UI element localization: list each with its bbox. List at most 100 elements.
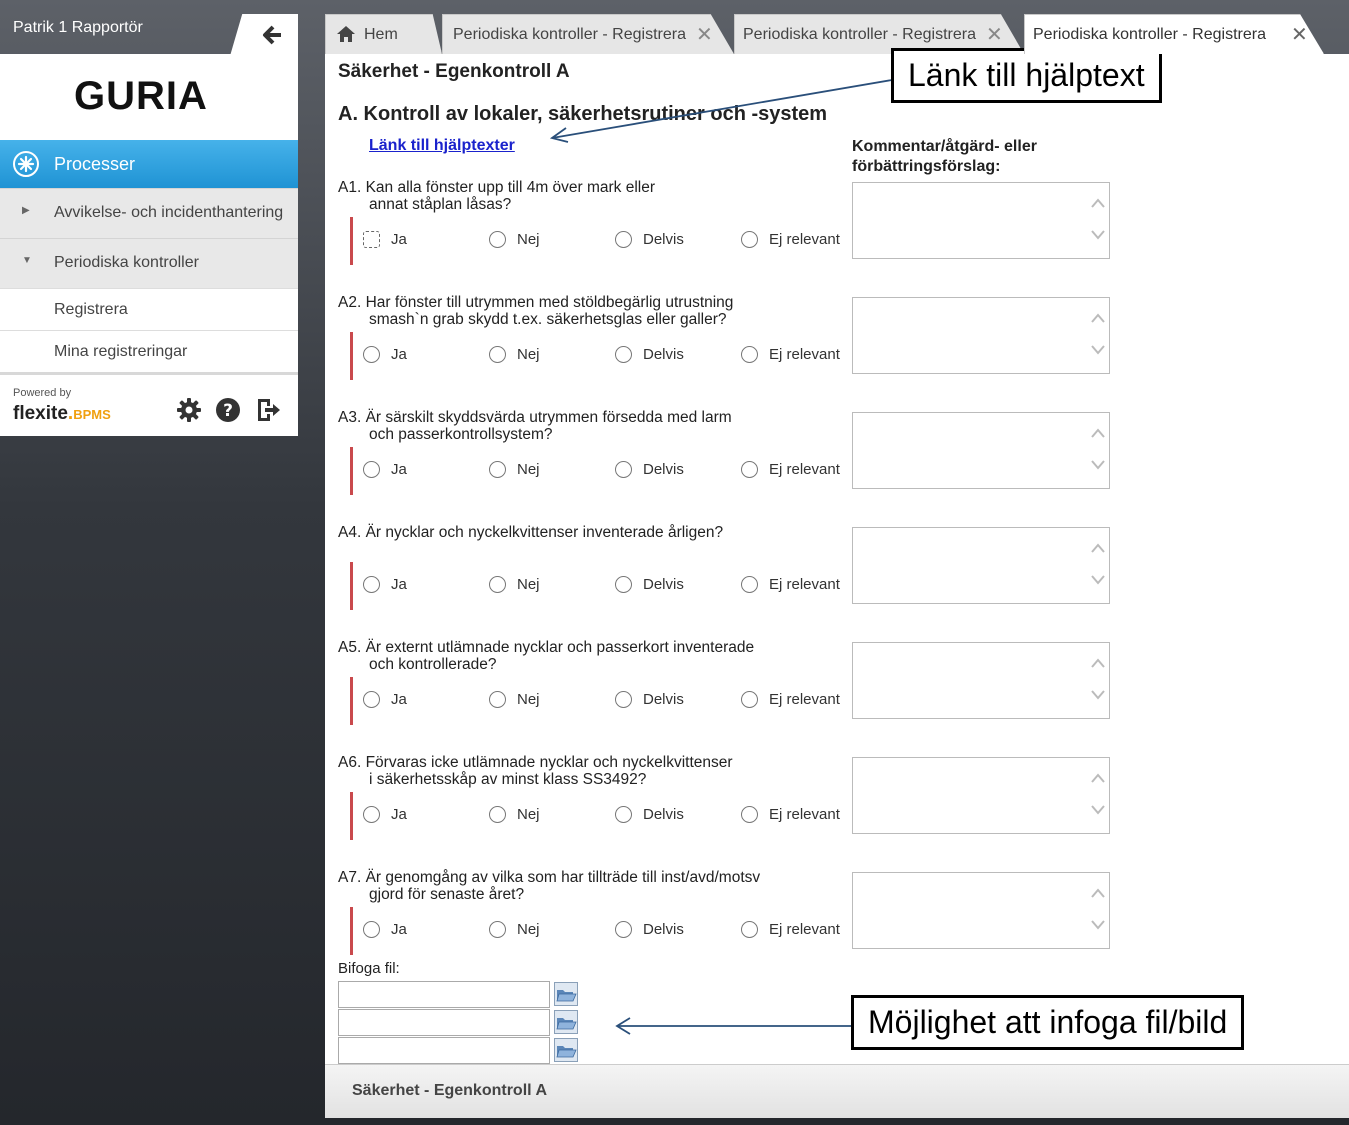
close-icon[interactable]: ✕: [696, 22, 713, 47]
nav-processer[interactable]: Processer: [0, 140, 298, 188]
comment-textarea[interactable]: [852, 182, 1110, 259]
radio-nej[interactable]: [489, 231, 506, 248]
flexite-logo-text: flexite: [13, 403, 68, 424]
scroll-up-icon[interactable]: [1091, 887, 1105, 899]
radio-label: Delvis: [643, 576, 684, 593]
folder-open-icon[interactable]: [554, 1010, 578, 1034]
close-icon[interactable]: ✕: [1291, 22, 1308, 47]
close-icon[interactable]: ✕: [986, 22, 1003, 47]
form-title: Säkerhet - Egenkontroll A: [338, 61, 570, 82]
comment-header-line1: Kommentar/åtgärd- eller: [852, 138, 1037, 155]
radio-ej-relevant[interactable]: [741, 691, 758, 708]
radio-ja[interactable]: [363, 691, 380, 708]
folder-open-icon[interactable]: [554, 1038, 578, 1062]
callout-help-text: Länk till hjälptext: [891, 48, 1162, 103]
folder-open-icon[interactable]: [554, 982, 578, 1006]
radio-delvis[interactable]: [615, 461, 632, 478]
arrow-left-icon[interactable]: [262, 24, 282, 46]
scroll-up-icon[interactable]: [1091, 312, 1105, 324]
scroll-up-icon[interactable]: [1091, 772, 1105, 784]
radio-ja[interactable]: [363, 921, 380, 938]
scroll-up-icon[interactable]: [1091, 657, 1105, 669]
nav-processer-label: Processer: [54, 154, 136, 174]
flexite-logo-suffix: BPMS: [73, 407, 111, 422]
question-line2: gjord för senaste året?: [369, 886, 525, 903]
radio-delvis[interactable]: [615, 346, 632, 363]
scroll-down-icon[interactable]: [1091, 804, 1105, 816]
logout-icon[interactable]: [255, 397, 281, 423]
radio-ja[interactable]: [363, 576, 380, 593]
radio-delvis[interactable]: [615, 576, 632, 593]
file-input[interactable]: [338, 1009, 550, 1036]
nav-periodiska[interactable]: ▼ Periodiska kontroller: [0, 238, 298, 288]
nav-avvikelse[interactable]: ▶ Avvikelse- och incidenthantering: [0, 188, 298, 238]
radio-nej[interactable]: [489, 346, 506, 363]
scroll-down-icon[interactable]: [1091, 344, 1105, 356]
scroll-down-icon[interactable]: [1091, 459, 1105, 471]
radio-ej-relevant[interactable]: [741, 806, 758, 823]
radio-delvis[interactable]: [615, 921, 632, 938]
radio-label: Ja: [391, 461, 407, 478]
file-input[interactable]: [338, 1037, 550, 1064]
comment-textarea[interactable]: [852, 297, 1110, 374]
comment-header: Kommentar/åtgärd- eller förbättringsförs…: [852, 137, 1092, 177]
radio-label: Nej: [517, 921, 540, 938]
radio-label: Ja: [391, 576, 407, 593]
bottom-bar: Säkerhet - Egenkontroll A: [325, 1064, 1349, 1118]
radio-ej-relevant[interactable]: [741, 231, 758, 248]
radio-nej[interactable]: [489, 576, 506, 593]
radio-delvis[interactable]: [615, 691, 632, 708]
question-line2: och passerkontrollsystem?: [369, 426, 553, 443]
comment-textarea[interactable]: [852, 412, 1110, 489]
required-indicator: [350, 332, 353, 380]
question-line1: A3. Är särskilt skyddsvärda utrymmen för…: [338, 409, 732, 426]
radio-ja[interactable]: [363, 461, 380, 478]
radio-ej-relevant[interactable]: [741, 576, 758, 593]
tab-periodiska-1[interactable]: Periodiska kontroller - Registrera ✕: [442, 14, 734, 54]
tab-periodiska-3[interactable]: Periodiska kontroller - Registrera ✕: [1024, 14, 1324, 54]
comment-textarea[interactable]: [852, 642, 1110, 719]
sidebar: GURIA Processer ▶ Avvikelse- och inciden…: [0, 54, 298, 436]
bottom-title: Säkerhet - Egenkontroll A: [352, 1082, 547, 1099]
scroll-down-icon[interactable]: [1091, 574, 1105, 586]
required-indicator: [350, 217, 353, 265]
radio-ej-relevant[interactable]: [741, 461, 758, 478]
help-link[interactable]: Länk till hjälptexter: [369, 137, 515, 155]
radio-label: Nej: [517, 576, 540, 593]
processer-icon: [13, 151, 39, 177]
radio-label: Ej relevant: [769, 921, 840, 938]
radio-ej-relevant[interactable]: [741, 346, 758, 363]
tab-hem[interactable]: Hem: [325, 14, 442, 54]
nav-registrera[interactable]: Registrera: [0, 288, 298, 330]
radio-ej-relevant[interactable]: [741, 921, 758, 938]
scroll-down-icon[interactable]: [1091, 689, 1105, 701]
radio-label: Ej relevant: [769, 576, 840, 593]
nav-mina-registreringar[interactable]: Mina registreringar: [0, 330, 298, 372]
help-icon[interactable]: ?: [215, 397, 241, 423]
radio-nej[interactable]: [489, 691, 506, 708]
question-line1: A1. Kan alla fönster upp till 4m över ma…: [338, 179, 656, 196]
question-text: A7. Är genomgång av vilka som har tilltr…: [338, 869, 818, 903]
caret-right-icon: ▶: [22, 205, 30, 216]
radio-ja[interactable]: [363, 806, 380, 823]
comment-textarea[interactable]: [852, 527, 1110, 604]
question-text: A5. Är externt utlämnade nycklar och pas…: [338, 639, 818, 673]
comment-textarea[interactable]: [852, 757, 1110, 834]
radio-nej[interactable]: [489, 461, 506, 478]
scroll-up-icon[interactable]: [1091, 427, 1105, 439]
scroll-down-icon[interactable]: [1091, 919, 1105, 931]
radio-nej[interactable]: [489, 921, 506, 938]
comment-textarea[interactable]: [852, 872, 1110, 949]
tab-hem-label: Hem: [364, 26, 398, 43]
radio-ja[interactable]: [363, 346, 380, 363]
radio-delvis[interactable]: [615, 231, 632, 248]
gear-icon[interactable]: [176, 397, 202, 423]
radio-delvis[interactable]: [615, 806, 632, 823]
radio-label: Nej: [517, 691, 540, 708]
scroll-down-icon[interactable]: [1091, 229, 1105, 241]
radio-nej[interactable]: [489, 806, 506, 823]
scroll-up-icon[interactable]: [1091, 197, 1105, 209]
radio-ja[interactable]: [363, 231, 380, 248]
scroll-up-icon[interactable]: [1091, 542, 1105, 554]
file-input[interactable]: [338, 981, 550, 1008]
